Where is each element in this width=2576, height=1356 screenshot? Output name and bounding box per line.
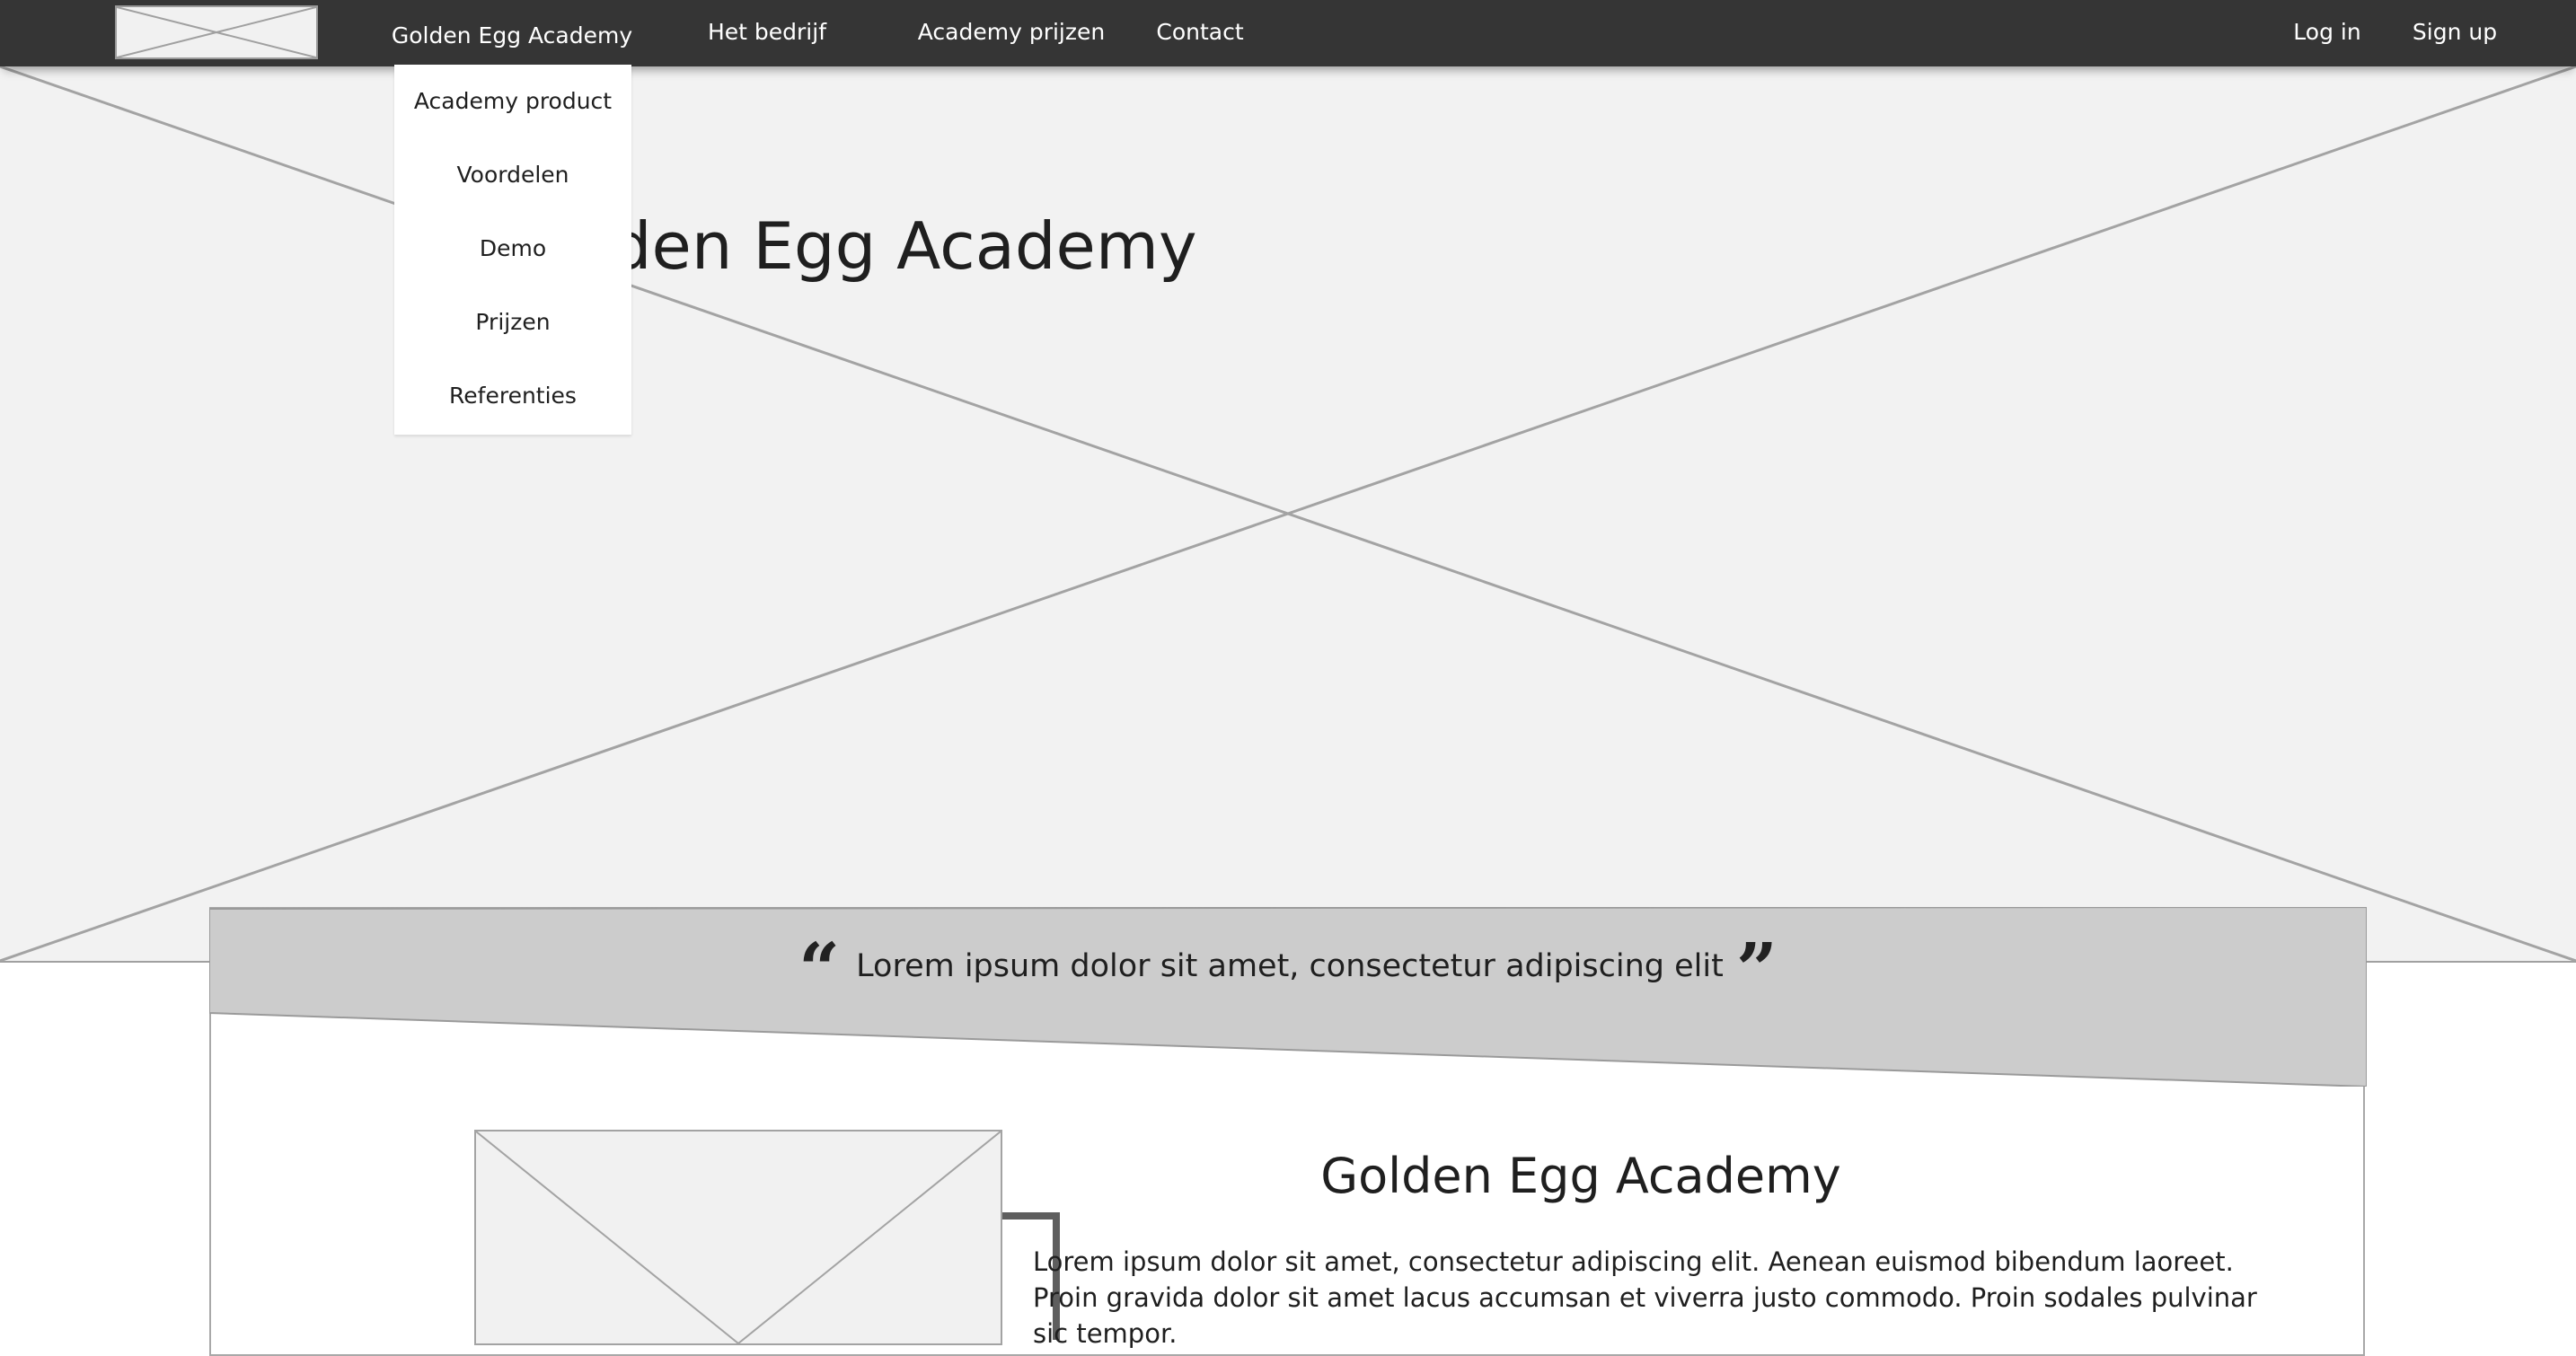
feature-image-placeholder-icon bbox=[476, 1131, 1001, 1343]
login-link[interactable]: Log in bbox=[2293, 0, 2360, 66]
dropdown-item-voordelen[interactable]: Voordelen bbox=[394, 138, 631, 212]
feature-title: Golden Egg Academy bbox=[1320, 1148, 1841, 1204]
image-frame-decoration bbox=[995, 1212, 1060, 1220]
quote-banner: “ Lorem ipsum dolor sit amet, consectetur… bbox=[209, 907, 2367, 1087]
signup-link[interactable]: Sign up bbox=[2413, 0, 2497, 66]
nav-link-het-bedrijf[interactable]: Het bedrijf bbox=[708, 0, 826, 66]
hero-image-placeholder-icon bbox=[0, 66, 2576, 961]
dropdown-item-prijzen[interactable]: Prijzen bbox=[394, 286, 631, 359]
logo[interactable] bbox=[115, 5, 318, 59]
feature-body-text: Lorem ipsum dolor sit amet, consectetur … bbox=[1033, 1246, 2257, 1349]
feature-image bbox=[474, 1130, 1002, 1345]
logo-placeholder-icon bbox=[117, 7, 316, 57]
dropdown-menu: Academy product Voordelen Demo Prijzen R… bbox=[394, 65, 631, 435]
dropdown-item-demo[interactable]: Demo bbox=[394, 212, 631, 286]
close-quote-icon: ” bbox=[1735, 927, 1778, 1011]
nav-link-academy-prijzen[interactable]: Academy prijzen bbox=[918, 0, 1105, 66]
nav-link-golden-egg-academy[interactable]: Golden Egg Academy bbox=[392, 4, 632, 70]
dropdown-item-referenties[interactable]: Referenties bbox=[394, 359, 631, 433]
quote-text: Lorem ipsum dolor sit amet, consectetur … bbox=[856, 948, 1724, 984]
dropdown-item-academy-product[interactable]: Academy product bbox=[394, 65, 631, 138]
nav-link-contact[interactable]: Contact bbox=[1156, 0, 1243, 66]
quote-banner-shape bbox=[209, 907, 2367, 1087]
quote: “ Lorem ipsum dolor sit amet, consectetur… bbox=[209, 927, 2367, 1011]
hero-banner: Golden Egg Academy bbox=[0, 66, 2576, 963]
top-navigation-bar: Golden Egg Academy Het bedrijf Academy p… bbox=[0, 0, 2576, 66]
open-quote-icon: “ bbox=[798, 927, 841, 1011]
